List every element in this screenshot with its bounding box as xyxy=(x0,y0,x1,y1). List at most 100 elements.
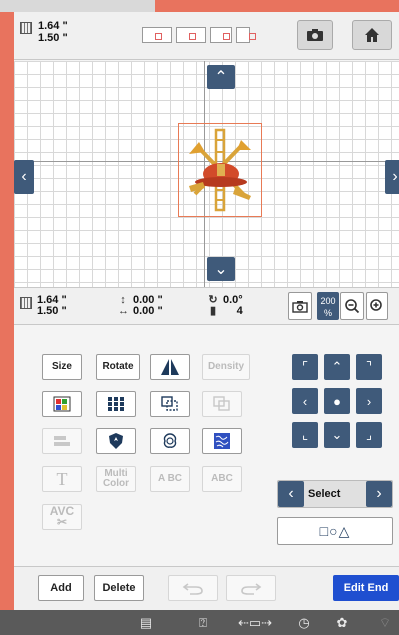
undo-button[interactable] xyxy=(168,575,218,601)
duplicate-button[interactable] xyxy=(150,391,190,417)
text-icon: T xyxy=(56,469,68,489)
text-edit-button[interactable]: T xyxy=(42,466,82,492)
color-palette-icon xyxy=(53,396,71,412)
stipple-button[interactable] xyxy=(202,428,242,454)
zoom-out-button[interactable] xyxy=(340,292,364,320)
size-icon xyxy=(20,22,32,34)
grid-pattern-icon xyxy=(108,397,124,411)
shield-icon xyxy=(109,433,123,449)
design-size-readout: 1.64 " 1.50 " xyxy=(20,20,68,44)
camera-button[interactable] xyxy=(297,20,333,50)
design-width: 1.64 " xyxy=(38,20,68,32)
chevron-left-icon: ‹ xyxy=(21,168,27,185)
info-x-offset: 0.00 " xyxy=(133,305,163,317)
move-left-button[interactable]: ‹ xyxy=(292,388,318,414)
move-right-button[interactable]: › xyxy=(356,388,382,414)
hoop-medium-icon[interactable] xyxy=(176,27,206,43)
rotate-button[interactable]: Rotate xyxy=(96,354,140,380)
size-button[interactable]: Size xyxy=(42,354,82,380)
outline-icon xyxy=(163,433,177,448)
applique-button[interactable] xyxy=(96,428,136,454)
zoom-in-icon xyxy=(370,299,382,311)
info-height: 1.50 " xyxy=(37,305,67,317)
settings-icon[interactable]: ✿ xyxy=(334,615,350,630)
embroidery-design[interactable] xyxy=(178,123,262,217)
embroidery-edit-screen: 1.64 " 1.50 " ⌃ ⌄ ‹ › 1.64 " 1.50 " ↕ ↔ … xyxy=(14,12,399,610)
redo-icon xyxy=(241,583,262,595)
embroidery-canvas[interactable]: ⌃ ⌄ ‹ › xyxy=(14,61,399,287)
text-arrange-button[interactable]: A BC xyxy=(150,466,190,492)
help-icon[interactable]: ⍰ xyxy=(192,615,214,630)
firefighter-emblem-icon xyxy=(189,128,251,212)
zoom-in-button[interactable] xyxy=(366,292,388,320)
move-up-button[interactable]: ⌃ xyxy=(324,354,350,380)
mirror-icon xyxy=(161,359,179,375)
thread-spool-icon: ▮ xyxy=(209,305,217,317)
mirror-button[interactable] xyxy=(150,354,190,380)
info-bar: 1.64 " 1.50 " ↕ ↔ 0.00 " 0.00 " ↻ ▮ 0.0°… xyxy=(14,287,399,325)
select-shapes-button[interactable]: □○△ xyxy=(277,517,393,545)
redo-button[interactable] xyxy=(226,575,276,601)
scroll-down-button[interactable]: ⌄ xyxy=(207,257,235,281)
chevron-right-icon: › xyxy=(366,393,372,409)
move-up-right-button[interactable]: ⌝ xyxy=(356,354,382,380)
top-bar: 1.64 " 1.50 " xyxy=(14,12,399,60)
move-down-left-button[interactable]: ⌞ xyxy=(292,422,318,448)
delete-button[interactable]: Delete xyxy=(94,575,144,601)
chevron-up-icon: ⌃ xyxy=(214,69,228,86)
clock-icon[interactable]: ◷ xyxy=(296,615,312,630)
camera-icon xyxy=(292,301,308,313)
status-bar: ▤ ⍰ ⇠▭⇢ ◷ ✿ ⌔ xyxy=(0,610,399,635)
scroll-left-button[interactable]: ‹ xyxy=(14,160,34,194)
size-icon xyxy=(20,297,32,309)
group-button[interactable] xyxy=(202,391,242,417)
snapshot-button[interactable] xyxy=(288,292,312,320)
multi-color-button[interactable]: Multi Color xyxy=(96,466,136,492)
chevron-down-icon: ⌄ xyxy=(331,427,343,442)
action-bar: Add Delete Edit End xyxy=(14,566,399,610)
move-down-button[interactable]: ⌄ xyxy=(324,422,350,448)
horizontal-move-icon: ↔ xyxy=(118,305,129,317)
zoom-level: 200 % xyxy=(317,292,339,320)
add-button[interactable]: Add xyxy=(38,575,84,601)
character-spacing-button[interactable]: AVC ✂ xyxy=(42,504,82,530)
border-button[interactable] xyxy=(96,391,136,417)
stipple-icon xyxy=(214,433,230,449)
frame-notch xyxy=(0,0,155,12)
info-size: 1.64 " 1.50 " xyxy=(20,295,67,317)
move-center-button[interactable]: ● xyxy=(324,388,350,414)
density-button[interactable]: Density xyxy=(202,354,250,380)
scroll-right-button[interactable]: › xyxy=(385,160,399,194)
home-icon xyxy=(365,28,379,42)
select-label: Select xyxy=(308,488,341,500)
align-icon xyxy=(54,436,70,446)
hoop-mini-icon[interactable] xyxy=(236,27,256,43)
corner-up-left-icon: ⌜ xyxy=(301,359,309,374)
shapes-icon: □○△ xyxy=(319,522,351,539)
document-icon[interactable]: ▤ xyxy=(138,615,154,630)
hoop-small-icon[interactable] xyxy=(210,27,232,43)
zoom-out-icon xyxy=(345,299,360,314)
chevron-left-icon: ‹ xyxy=(302,393,308,409)
info-rotation: ↻ ▮ 0.0° 4 xyxy=(208,295,242,317)
select-next-button[interactable]: › xyxy=(366,481,392,507)
chevron-right-icon: › xyxy=(392,168,398,185)
scroll-up-button[interactable]: ⌃ xyxy=(207,65,235,89)
select-previous-button[interactable]: ‹ xyxy=(278,481,304,507)
corner-up-right-icon: ⌝ xyxy=(365,359,373,374)
home-button[interactable] xyxy=(352,20,392,50)
outline-button[interactable] xyxy=(150,428,190,454)
align-button[interactable] xyxy=(42,428,82,454)
wifi-icon[interactable]: ⌔ xyxy=(376,615,394,630)
corner-down-right-icon: ⌟ xyxy=(365,427,373,442)
bobbin-winding-icon[interactable]: ⇠▭⇢ xyxy=(238,615,272,630)
chevron-left-icon: ‹ xyxy=(288,485,294,502)
scissors-icon: AVC ✂ xyxy=(49,504,75,529)
change-colors-button[interactable] xyxy=(42,391,82,417)
move-down-right-button[interactable]: ⌟ xyxy=(356,422,382,448)
edit-end-button[interactable]: Edit End xyxy=(333,575,399,601)
hoop-large-icon[interactable] xyxy=(142,27,172,43)
text-spacing-button[interactable]: ABC xyxy=(202,466,242,492)
move-up-left-button[interactable]: ⌜ xyxy=(292,354,318,380)
hoop-indicator[interactable] xyxy=(142,27,256,43)
